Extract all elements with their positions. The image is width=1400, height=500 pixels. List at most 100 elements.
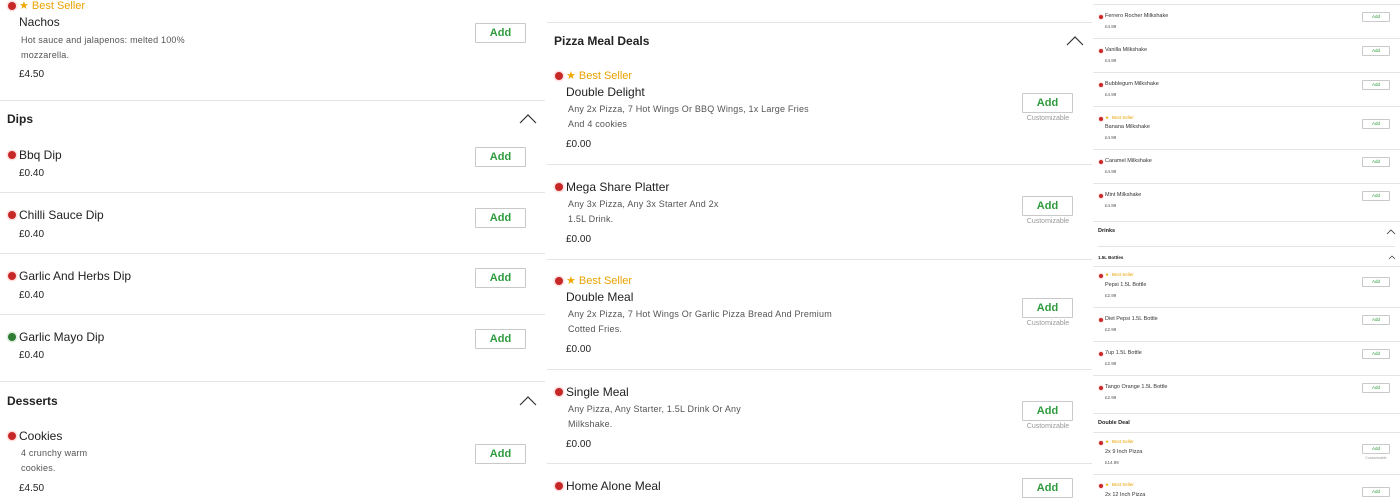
nonveg-indicator-icon	[1099, 160, 1103, 164]
divider	[547, 259, 1092, 260]
star-icon: ★	[566, 70, 576, 82]
divider	[547, 369, 1092, 370]
chevron-up-icon[interactable]	[1066, 34, 1084, 46]
section-title: Dips	[7, 112, 34, 126]
divider	[0, 253, 545, 254]
nonveg-indicator-icon	[555, 183, 563, 191]
add-button[interactable]: Add	[475, 208, 526, 228]
add-button[interactable]: Add	[1362, 46, 1390, 56]
item-description: Any 2x Pizza, 7 Hot Wings Or BBQ Wings, …	[568, 104, 809, 129]
divider	[1093, 72, 1400, 73]
add-button[interactable]: Add	[1022, 196, 1073, 216]
item-name: Pepsi 1.5L Bottle	[1105, 282, 1147, 288]
divider	[0, 314, 545, 315]
add-button[interactable]: Add	[1362, 383, 1390, 393]
nonveg-indicator-icon	[1099, 49, 1103, 53]
divider	[0, 192, 545, 193]
customizable-label: Customizable	[1026, 218, 1070, 225]
nonveg-indicator-icon	[1099, 83, 1103, 87]
item-price: £0.00	[566, 234, 592, 245]
item-price: £4.99	[1105, 203, 1117, 208]
add-button[interactable]: Add	[1362, 157, 1390, 167]
item-name: 2x 12 Inch Pizza	[1105, 492, 1146, 498]
item-price: £4.99	[1105, 92, 1117, 97]
best-seller-badge: ★ Best Seller	[1105, 482, 1134, 487]
customizable-label: Customizable	[1026, 115, 1070, 122]
menu-column-left: ★ Best Seller Nachos Hot sauce and jalape…	[0, 0, 545, 500]
item-name: Double Delight	[566, 85, 645, 99]
divider	[547, 463, 1092, 464]
item-price: £4.99	[1105, 24, 1117, 29]
nonveg-indicator-icon	[555, 482, 563, 490]
divider	[1093, 149, 1400, 150]
menu-column-middle: Pizza Meal Deals ★ Best Seller Double Del…	[547, 0, 1092, 500]
divider	[1093, 4, 1400, 5]
star-icon: ★	[1105, 482, 1110, 487]
item-description: Any Pizza, Any Starter, 1.5L Drink Or An…	[568, 404, 741, 429]
divider	[1093, 307, 1400, 308]
add-button[interactable]: Add	[475, 147, 526, 167]
divider	[1093, 221, 1400, 222]
item-price: £4.99	[1105, 58, 1117, 63]
nonveg-indicator-icon	[8, 2, 16, 10]
add-button[interactable]: Add	[1022, 478, 1073, 498]
nonveg-indicator-icon	[555, 277, 563, 285]
nonveg-indicator-icon	[1099, 117, 1103, 121]
item-name: Garlic And Herbs Dip	[19, 269, 132, 283]
item-price: £0.40	[19, 229, 45, 240]
nonveg-indicator-icon	[1099, 274, 1103, 278]
nonveg-indicator-icon	[8, 211, 16, 219]
best-seller-badge: ★ Best Seller	[1105, 115, 1134, 120]
nonveg-indicator-icon	[1099, 318, 1103, 322]
star-icon: ★	[1105, 115, 1110, 120]
item-name: Double Meal	[566, 290, 634, 304]
star-icon: ★	[566, 275, 576, 287]
add-button[interactable]: Add	[1022, 93, 1073, 113]
item-name: Mega Share Platter	[566, 180, 670, 194]
add-button[interactable]: Add	[1362, 349, 1390, 359]
chevron-up-icon[interactable]	[519, 394, 537, 406]
add-button[interactable]: Add	[1022, 298, 1073, 318]
customizable-label: Customizable	[1026, 320, 1070, 327]
customizable-label: Customizable	[1365, 456, 1387, 460]
add-button[interactable]: Add	[1362, 277, 1390, 287]
veg-indicator-icon	[8, 333, 16, 341]
add-button[interactable]: Add	[1362, 119, 1390, 129]
item-description: Hot sauce and jalapenos: melted 100% moz…	[21, 35, 185, 60]
best-seller-badge: ★ Best Seller	[19, 0, 86, 12]
nonveg-indicator-icon	[8, 151, 16, 159]
add-button[interactable]: Add	[1362, 191, 1390, 201]
item-name: Diet Pepsi 1.5L Bottle	[1105, 316, 1158, 322]
item-name: Cookies	[19, 429, 63, 443]
add-button[interactable]: Add	[475, 23, 526, 43]
section-title: Double Deal	[1098, 420, 1130, 426]
nonveg-indicator-icon	[1099, 352, 1103, 356]
chevron-up-icon[interactable]	[1388, 254, 1396, 260]
add-button[interactable]: Add	[1362, 315, 1390, 325]
add-button[interactable]: Add	[1362, 487, 1390, 497]
item-name: Home Alone Meal	[566, 479, 661, 493]
item-price: £0.40	[19, 350, 45, 361]
item-price: £4.50	[19, 69, 45, 80]
subsection-title: 1.5L Bottles	[1098, 255, 1124, 260]
chevron-up-icon[interactable]	[1386, 228, 1396, 235]
item-price: £0.40	[19, 168, 45, 179]
add-button[interactable]: Add	[1022, 401, 1073, 421]
add-button[interactable]: Add	[1362, 12, 1390, 22]
star-icon: ★	[19, 0, 29, 12]
nonveg-indicator-icon	[1099, 15, 1103, 19]
chevron-up-icon[interactable]	[519, 112, 537, 124]
add-button[interactable]: Add	[1362, 80, 1390, 90]
nonveg-indicator-icon	[1099, 441, 1103, 445]
item-name: Mint Milkshake	[1105, 192, 1142, 198]
divider	[1098, 246, 1395, 247]
add-button[interactable]: Add	[475, 268, 526, 288]
divider	[1093, 413, 1400, 414]
add-button[interactable]: Add	[475, 329, 526, 349]
divider	[547, 164, 1092, 165]
item-price: £2.99	[1105, 361, 1117, 366]
nonveg-indicator-icon	[555, 72, 563, 80]
add-button[interactable]: Add	[475, 444, 526, 464]
best-seller-badge: ★ Best Seller	[1105, 272, 1134, 277]
add-button[interactable]: Add	[1362, 444, 1390, 454]
